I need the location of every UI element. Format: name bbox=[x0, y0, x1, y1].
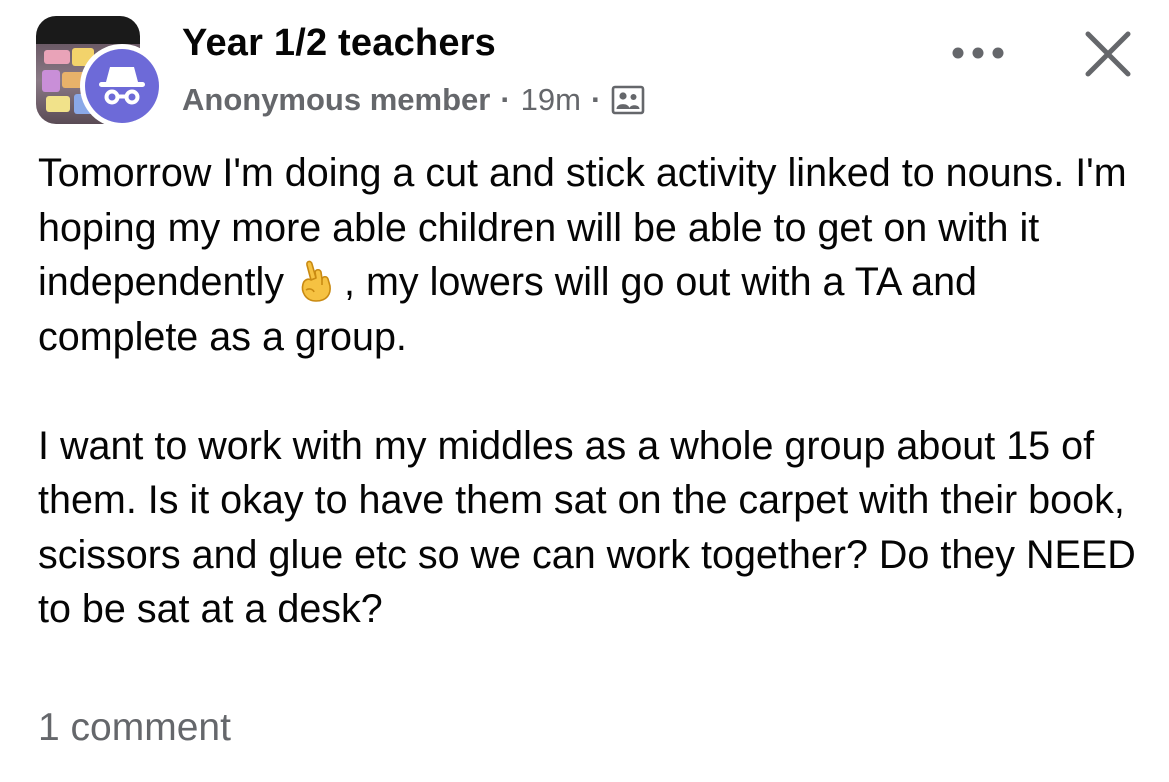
meta-separator: · bbox=[500, 82, 511, 117]
incognito-icon bbox=[99, 67, 145, 105]
more-options-button[interactable] bbox=[948, 38, 1008, 68]
post-paragraph: Tomorrow I'm doing a cut and stick activ… bbox=[38, 151, 1127, 359]
author-name[interactable]: Anonymous member bbox=[182, 82, 490, 118]
post-paragraph: I want to work with my middles as a whol… bbox=[38, 423, 1136, 632]
group-name[interactable]: Year 1/2 teachers bbox=[182, 22, 496, 65]
more-options-icon bbox=[952, 47, 1004, 59]
post-header: Year 1/2 teachers Anonymous member · 19m… bbox=[36, 16, 1136, 128]
anonymous-avatar[interactable] bbox=[80, 44, 164, 128]
close-icon bbox=[1085, 31, 1131, 77]
meta-separator: · bbox=[590, 82, 602, 117]
post-meta: Anonymous member · 19m · bbox=[182, 82, 645, 118]
post-text: Tomorrow I'm doing a cut and stick activ… bbox=[38, 146, 1138, 637]
close-button[interactable] bbox=[1080, 26, 1136, 82]
crossed-fingers-emoji-icon bbox=[294, 257, 338, 303]
post-time[interactable]: 19m bbox=[521, 82, 581, 118]
comment-count-link[interactable]: 1 comment bbox=[38, 706, 231, 750]
group-members-icon bbox=[611, 85, 645, 115]
